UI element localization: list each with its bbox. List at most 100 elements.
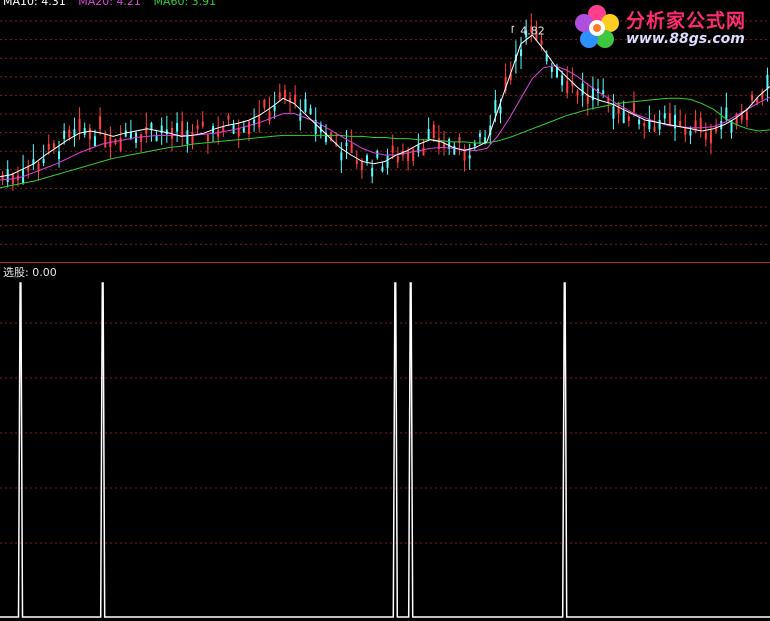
flower-logo-icon <box>575 5 619 48</box>
candle-body <box>47 143 50 150</box>
candle-body <box>663 113 666 119</box>
candle-body <box>345 142 348 147</box>
signal-indicator-label: 选股: 0.00 <box>3 266 57 279</box>
candle-body <box>704 132 707 140</box>
candle-body <box>78 118 81 132</box>
candle-body <box>427 129 430 141</box>
candle-body <box>268 111 271 122</box>
candle-body <box>196 125 199 130</box>
candle-body <box>566 80 569 94</box>
watermark-title: 分析家公式网 <box>626 10 747 32</box>
candle-body <box>88 127 91 140</box>
candle-body <box>201 121 204 127</box>
candle-body <box>417 144 420 153</box>
candle-body <box>468 155 471 159</box>
candle-body <box>612 106 615 119</box>
ma20-legend: MA20: 4.21 <box>78 0 141 8</box>
candle-body <box>751 94 754 101</box>
candle-body <box>658 119 661 130</box>
candle-body <box>653 127 656 132</box>
candle-body <box>520 49 523 57</box>
watermark-url: www.88gs.com <box>626 31 745 47</box>
candle-body <box>227 115 230 120</box>
candle-body <box>355 159 358 164</box>
candle-body <box>766 74 769 89</box>
candle-body <box>140 134 143 142</box>
candle-body <box>679 121 682 127</box>
candle-body <box>350 143 353 154</box>
candle-body <box>371 167 374 177</box>
candle-body <box>432 124 435 139</box>
candle-body <box>684 127 687 135</box>
candle-body <box>412 149 415 161</box>
candle-body <box>407 150 410 162</box>
candle-body <box>499 106 502 114</box>
candle-body <box>709 130 712 144</box>
candle-body <box>396 156 399 163</box>
candle-body <box>668 113 671 126</box>
candle-body <box>386 155 389 168</box>
candle-body <box>391 145 394 153</box>
candle-body <box>581 83 584 96</box>
candle-body <box>68 129 71 138</box>
candle-body <box>165 129 168 135</box>
candle-body <box>176 122 179 132</box>
candle-body <box>186 130 189 145</box>
candle-body <box>263 99 266 108</box>
ma10-legend: MA10: 4.31 <box>3 0 66 8</box>
candle-body <box>745 111 748 121</box>
stock-chart[interactable]: 4.82 <box>0 0 770 621</box>
candle-body <box>376 150 379 158</box>
candle-body <box>83 128 86 135</box>
candle-body <box>273 105 276 111</box>
candle-body <box>58 151 61 160</box>
candle-body <box>689 130 692 136</box>
candle-body <box>643 123 646 127</box>
candle-body <box>247 121 250 134</box>
candle-body <box>478 133 481 137</box>
candle-body <box>206 134 209 142</box>
candle-body <box>93 136 96 146</box>
candle-body <box>304 99 307 112</box>
candle-body <box>73 129 76 136</box>
candle-body <box>381 166 384 172</box>
candle-body <box>463 150 466 161</box>
candle-body <box>550 66 553 72</box>
candle-body <box>181 121 184 136</box>
candle-body <box>258 114 261 128</box>
candle-body <box>632 103 635 112</box>
watermark-logo: 分析家公式网 www.88gs.com <box>572 4 768 52</box>
candle-body <box>627 116 630 121</box>
candle-body <box>52 143 55 148</box>
candle-body <box>309 108 312 115</box>
high-price-label: 4.82 <box>520 25 545 38</box>
candle-body <box>278 92 281 99</box>
candle-body <box>104 134 107 148</box>
ma60-legend: MA60: 3.91 <box>153 0 217 8</box>
candle-body <box>294 94 297 104</box>
candle-body <box>422 147 425 156</box>
candle-body <box>561 75 564 86</box>
candle-body <box>576 91 579 96</box>
candle-body <box>299 113 302 121</box>
signal-line <box>0 282 770 618</box>
candle-body <box>638 119 641 125</box>
ma-legend: MA10: 4.31 MA20: 4.21 MA60: 3.91 <box>3 0 225 9</box>
ma10-line <box>0 34 770 178</box>
candle-body <box>540 40 543 45</box>
candle-body <box>37 163 40 171</box>
candle-body <box>1 174 4 180</box>
candle-body <box>155 135 158 142</box>
high-marker <box>511 25 515 33</box>
candle-body <box>129 131 132 139</box>
candle-body <box>340 152 343 161</box>
candle-body <box>494 100 497 113</box>
candle-body <box>42 158 45 164</box>
candle-body <box>217 130 220 137</box>
candle-body <box>99 116 102 130</box>
candle-body <box>622 110 625 124</box>
candle-body <box>366 155 369 162</box>
candle-body <box>191 131 194 144</box>
candle-body <box>63 130 66 139</box>
candle-body <box>283 89 286 100</box>
